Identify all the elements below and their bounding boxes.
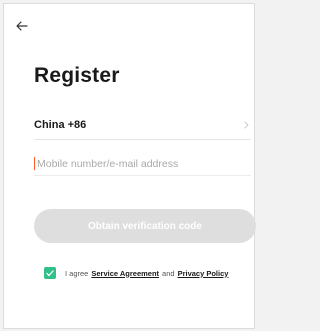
agreement-conjunction-text: and: [162, 268, 175, 278]
text-cursor: [34, 157, 35, 170]
agreement-row: I agree Service Agreement and Privacy Po…: [44, 267, 228, 279]
obtain-verification-code-button[interactable]: Obtain verification code: [34, 209, 256, 243]
divider: [34, 139, 251, 140]
service-agreement-link[interactable]: Service Agreement: [91, 269, 159, 278]
agreement-checkbox[interactable]: [44, 267, 56, 279]
account-input[interactable]: [37, 157, 237, 170]
back-button[interactable]: [14, 18, 30, 34]
country-code-label: China +86: [34, 119, 87, 131]
page-title: Register: [34, 64, 120, 87]
privacy-policy-link[interactable]: Privacy Policy: [178, 269, 229, 278]
chevron-right-icon: [241, 119, 251, 131]
account-input-container: [34, 152, 251, 176]
country-selector[interactable]: China +86: [34, 116, 251, 134]
agreement-prefix-text: I agree: [65, 268, 89, 278]
arrow-left-icon: [16, 21, 28, 31]
register-screen: Register China +86 Obtain verification c…: [3, 3, 256, 329]
checkmark-icon: [46, 269, 54, 276]
